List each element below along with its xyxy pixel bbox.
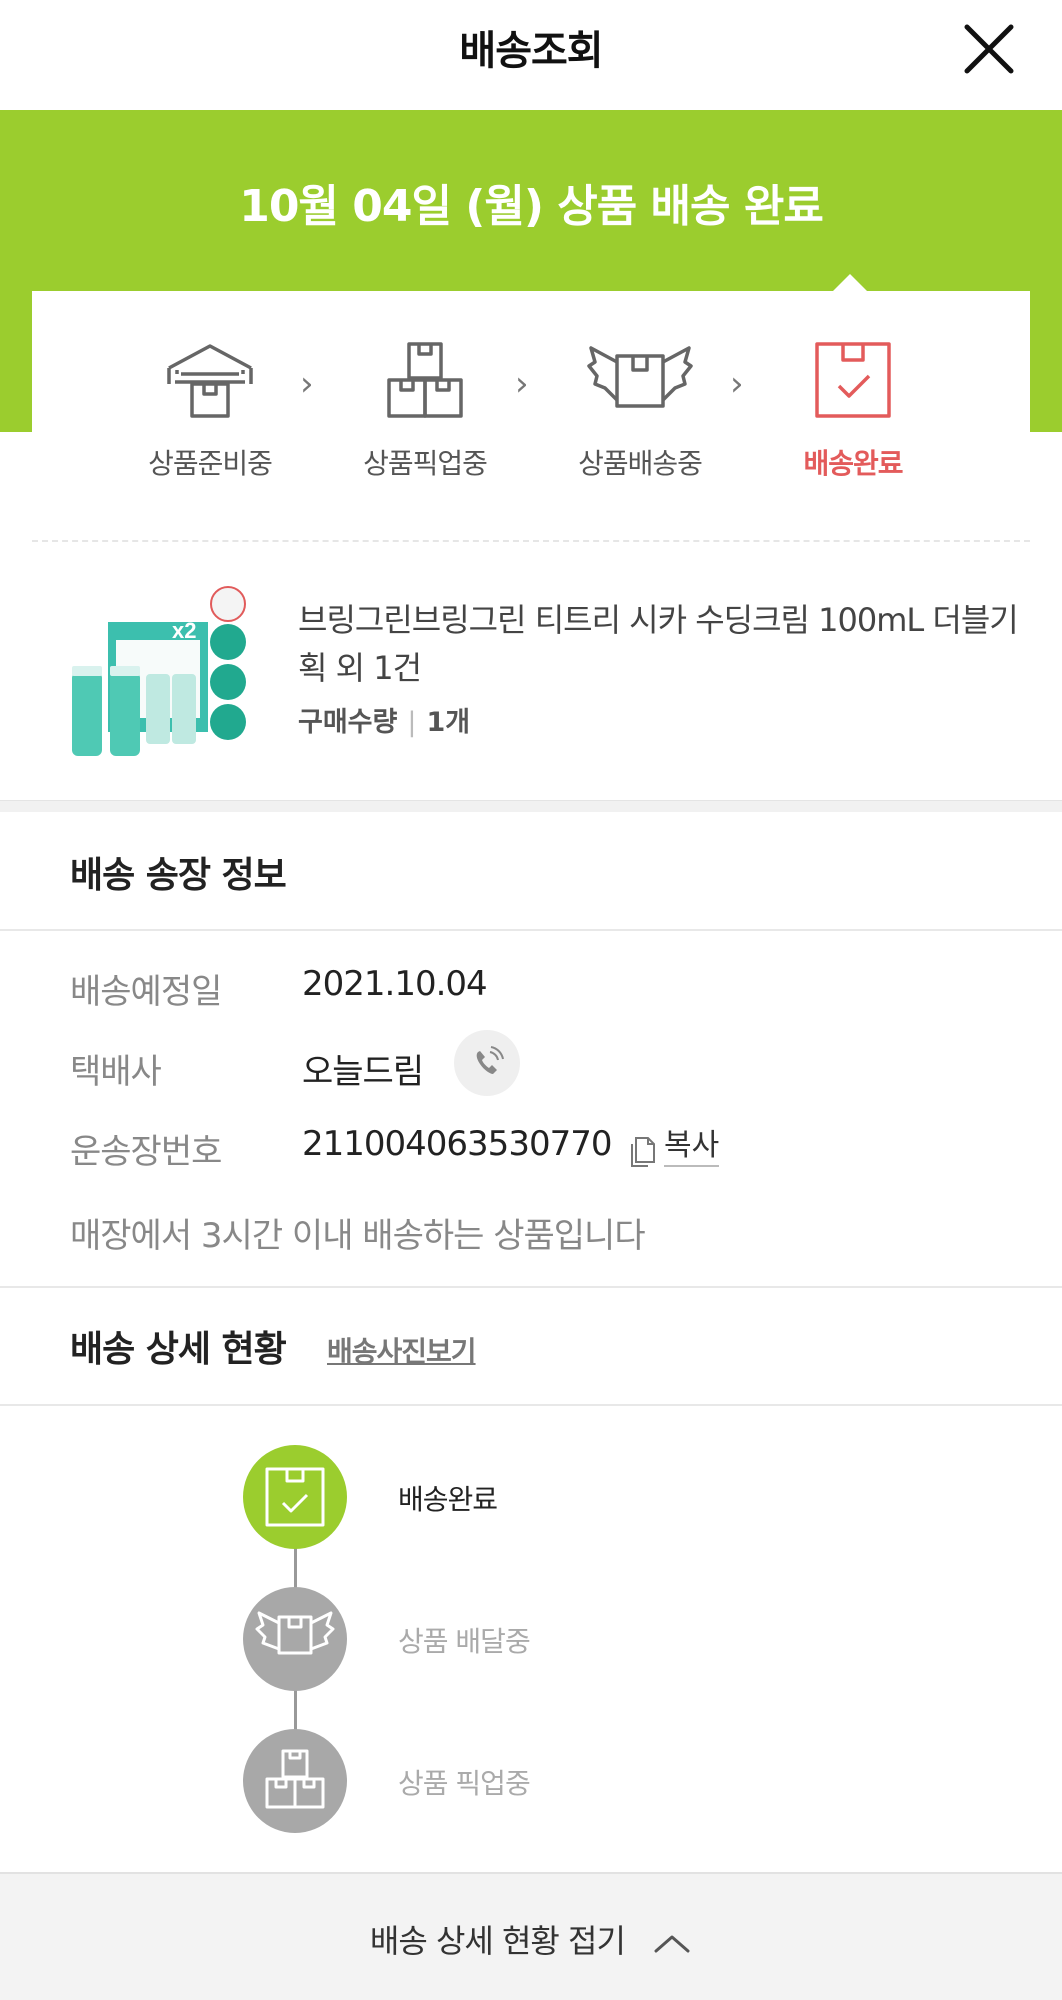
copy-tracking-button[interactable]: 복사 [628, 1120, 720, 1167]
courier-value: 오늘드림 [302, 1052, 424, 1092]
active-step-pointer [832, 274, 868, 292]
step-label: 상품배송중 [578, 447, 703, 480]
box-check-icon [265, 1467, 325, 1527]
header: 배송조회 [0, 0, 1062, 110]
info-row-tracking-number: 운송장번호 211004063530770 복사 [70, 1124, 1030, 1174]
timeline-label-pickup: 상품 픽업중 [398, 1767, 531, 1800]
delivery-notice: 매장에서 3시간 이내 배송하는 상품입니다 [70, 1216, 646, 1256]
info-label: 배송예정일 [70, 972, 222, 1012]
detail-section-title: 배송 상세 현황 [70, 1329, 287, 1370]
close-icon [964, 24, 1014, 74]
divider [0, 1286, 1062, 1288]
timeline-delivering-badge [243, 1587, 347, 1691]
step-preparing: 상품준비중 [110, 340, 310, 482]
chevron-right-icon: › [300, 364, 314, 404]
quantity-value: 1개 [426, 707, 471, 738]
winged-box-icon [255, 1611, 335, 1655]
call-courier-button[interactable] [454, 1030, 520, 1096]
step-label: 상품픽업중 [363, 447, 488, 480]
divider [32, 540, 1030, 542]
box-check-icon [815, 342, 891, 418]
product-quantity: 구매수량 | 1개 [298, 707, 471, 738]
info-row-expected-date: 배송예정일 2021.10.04 [70, 964, 1030, 1014]
divider [0, 1404, 1062, 1406]
warehouse-icon [167, 344, 253, 418]
boxes-icon [387, 342, 463, 418]
info-row-courier: 택배사 오늘드림 [70, 1030, 1030, 1096]
info-label: 택배사 [70, 1052, 162, 1092]
page-title: 배송조회 [459, 28, 603, 74]
boxes-icon [265, 1749, 325, 1809]
winged-box-icon [587, 346, 693, 408]
product-summary[interactable]: x2 브링그린브링그린 티트리 시카 수딩크림 100mL 더블기획 외 1건 … [0, 560, 1062, 800]
svg-text:x2: x2 [172, 618, 196, 643]
info-label: 운송장번호 [70, 1132, 222, 1172]
delivery-status-title: 10월 04일 (월) 상품 배송 완료 [239, 181, 824, 232]
view-delivery-photo-link[interactable]: 배송사진보기 [327, 1330, 477, 1370]
tracking-number-value: 211004063530770 [302, 1124, 612, 1164]
timeline-label-delivered: 배송완료 [398, 1483, 498, 1516]
copy-label: 복사 [664, 1128, 720, 1167]
close-button[interactable] [958, 18, 1020, 80]
invoice-section-title: 배송 송장 정보 [70, 855, 287, 896]
product-thumbnail: x2 [68, 580, 253, 762]
chevron-right-icon: › [730, 364, 744, 404]
step-delivered: 배송완료 [753, 340, 953, 482]
divider [0, 929, 1062, 931]
step-shipping: 상품배송중 [540, 340, 740, 482]
timeline-pickup-badge [243, 1729, 347, 1833]
section-separator [0, 800, 1062, 812]
collapse-detail-button[interactable]: 배송 상세 현황 접기 [0, 1872, 1062, 2000]
product-name: 브링그린브링그린 티트리 시카 수딩크림 100mL 더블기획 외 1건 [298, 601, 1019, 687]
expected-date-value: 2021.10.04 [302, 964, 488, 1004]
quantity-label: 구매수량 [298, 707, 398, 738]
chevron-right-icon: › [515, 364, 529, 404]
chevron-up-icon [654, 1935, 690, 1953]
timeline-delivered-badge [243, 1445, 347, 1549]
step-label: 상품준비중 [148, 447, 273, 480]
phone-icon [476, 1046, 504, 1074]
collapse-label: 배송 상세 현황 접기 [0, 1916, 1062, 1962]
step-label: 배송완료 [803, 447, 903, 480]
step-pickup: 상품픽업중 [325, 340, 525, 482]
timeline-label-delivering: 상품 배달중 [398, 1625, 531, 1658]
copy-icon [631, 1136, 655, 1167]
